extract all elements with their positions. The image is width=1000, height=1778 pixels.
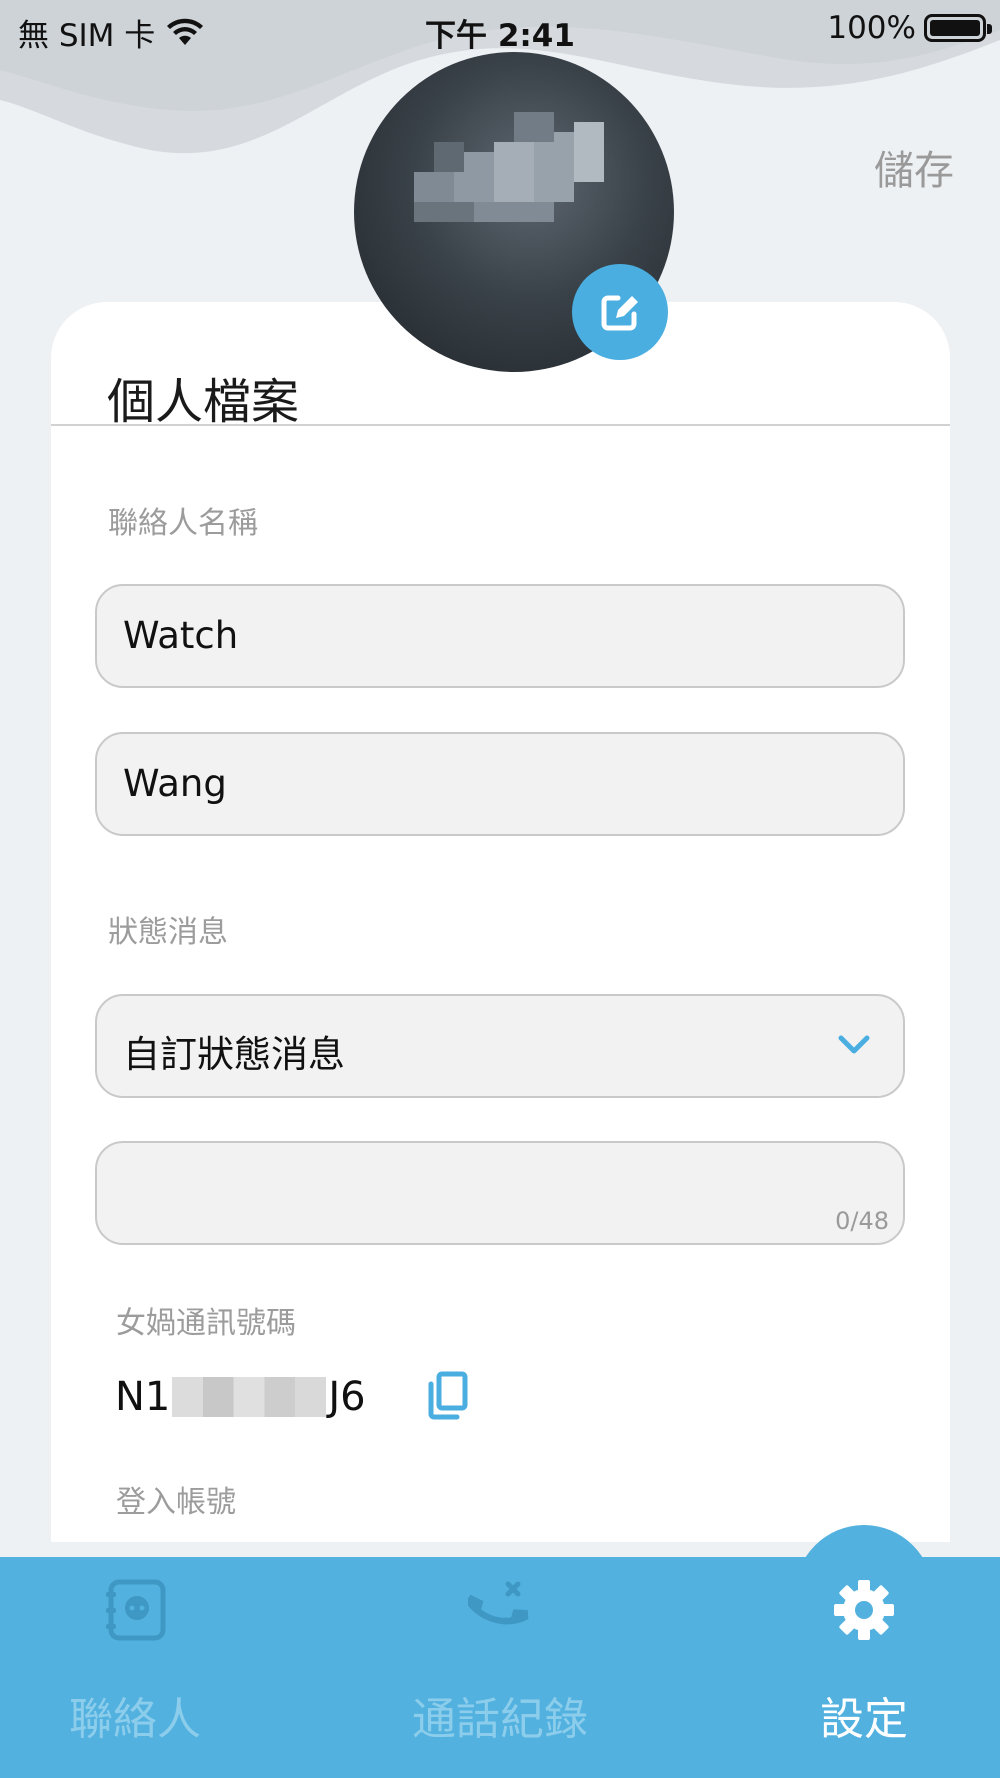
first-name-value: Watch — [123, 614, 239, 657]
last-name-field[interactable]: Wang — [95, 732, 905, 836]
status-bar: 無 SIM 卡 下午 2:41 100% — [0, 0, 1000, 56]
battery-percent: 100% — [827, 10, 916, 46]
nuwa-id-prefix: N1 — [115, 1374, 171, 1420]
chevron-down-icon — [838, 1035, 870, 1054]
call-log-icon — [468, 1581, 529, 1625]
copy-button[interactable] — [425, 1370, 469, 1426]
nuwa-id-suffix: J6 — [328, 1374, 366, 1420]
nuwa-id-label: 女媧通訊號碼 — [116, 1306, 296, 1341]
tab-call-log[interactable]: 通話紀錄 — [370, 1575, 630, 1755]
tab-call-log-label: 通話紀錄 — [412, 1694, 588, 1745]
edit-avatar-button[interactable] — [572, 264, 668, 360]
first-name-field[interactable]: Watch — [95, 584, 905, 688]
save-button[interactable]: 儲存 — [874, 138, 954, 196]
edit-icon — [601, 295, 638, 331]
tab-contacts[interactable]: 聯絡人 — [5, 1575, 265, 1755]
gear-icon — [834, 1580, 894, 1640]
contacts-book-icon — [106, 1579, 166, 1641]
tab-contacts-label: 聯絡人 — [69, 1694, 201, 1745]
status-message-input[interactable]: 0/48 — [95, 1141, 905, 1245]
copy-icon — [428, 1371, 468, 1420]
battery: 100% — [827, 10, 992, 46]
tab-settings-label: 設定 — [820, 1694, 908, 1745]
last-name-value: Wang — [123, 762, 227, 805]
tab-settings[interactable]: 設定 — [734, 1575, 994, 1755]
status-message-select[interactable]: 自訂狀態消息 — [95, 994, 905, 1098]
status-message-label: 狀態消息 — [108, 915, 228, 950]
page-title: 個人檔案 — [107, 374, 300, 430]
redacted-id-block — [172, 1377, 327, 1417]
contact-name-label: 聯絡人名稱 — [108, 506, 258, 541]
character-counter: 0/48 — [835, 1207, 889, 1235]
title-divider — [51, 424, 950, 426]
login-account-label: 登入帳號 — [116, 1485, 236, 1520]
nuwa-id-value: N1 J6 — [115, 1372, 366, 1422]
battery-icon — [924, 14, 992, 42]
status-select-value: 自訂狀態消息 — [123, 1033, 345, 1076]
